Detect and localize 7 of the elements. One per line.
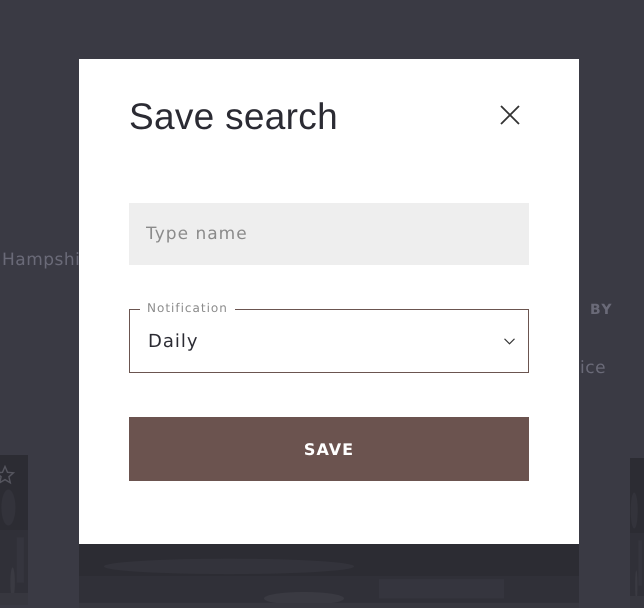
star-icon[interactable] bbox=[0, 465, 15, 485]
name-field[interactable]: Type name bbox=[129, 203, 529, 265]
chevron-icon bbox=[504, 338, 515, 344]
select-value: Daily bbox=[148, 330, 199, 352]
save-button[interactable]: SAVE bbox=[129, 417, 529, 481]
close-icon[interactable] bbox=[499, 104, 521, 126]
dialog-title: Save search bbox=[129, 96, 338, 138]
